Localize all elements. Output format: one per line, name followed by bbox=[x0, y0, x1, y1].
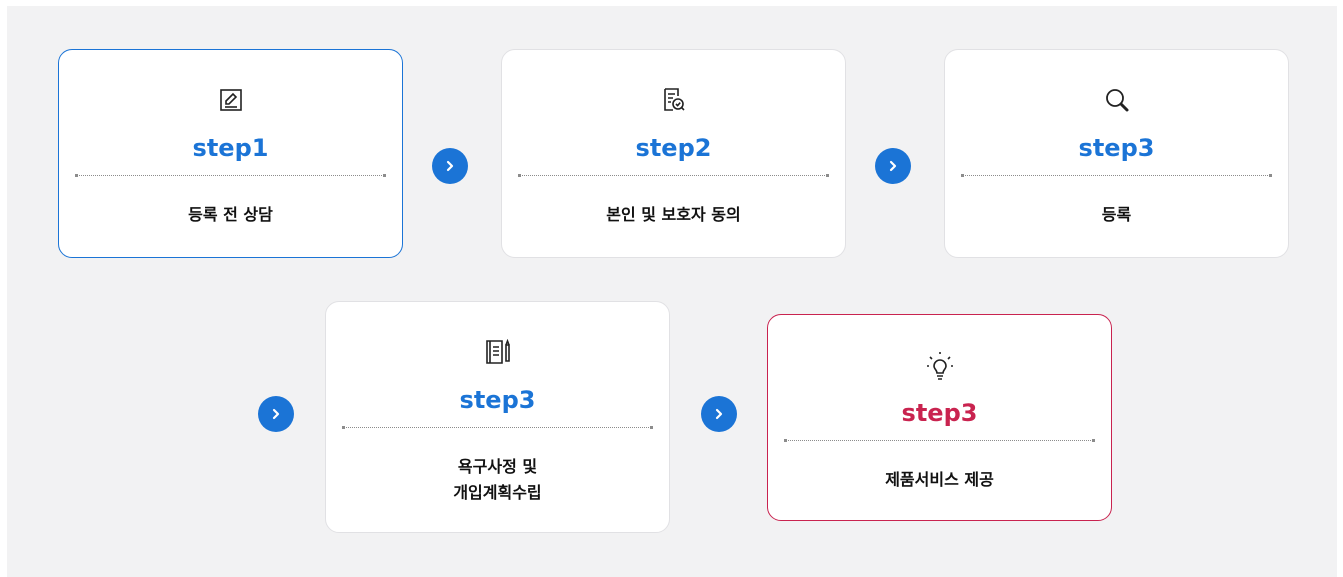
chevron-right-icon bbox=[701, 396, 737, 432]
step-label: step1 bbox=[192, 134, 269, 162]
chevron-right-icon bbox=[258, 396, 294, 432]
edit-icon bbox=[211, 80, 251, 120]
process-panel: step1 등록 전 상담 step2 본인 및 보호자 동의 step3 등록… bbox=[7, 6, 1337, 577]
step-description: 등록 전 상담 bbox=[188, 205, 273, 224]
step-label: step3 bbox=[459, 386, 536, 414]
lightbulb-icon bbox=[920, 345, 960, 385]
divider bbox=[518, 174, 829, 177]
step-card-1: step1 등록 전 상담 bbox=[58, 49, 403, 258]
document-check-icon bbox=[654, 80, 694, 120]
step-description: 등록 bbox=[1101, 205, 1132, 224]
step-card-5: step3 제품서비스 제공 bbox=[767, 314, 1112, 521]
divider bbox=[342, 426, 653, 429]
divider bbox=[784, 439, 1095, 442]
step-card-2: step2 본인 및 보호자 동의 bbox=[501, 49, 846, 258]
step-description-line: 개입계획수립 bbox=[453, 483, 542, 502]
step-card-3: step3 등록 bbox=[944, 49, 1289, 258]
step-description-line: 욕구사정 및 bbox=[457, 457, 538, 476]
search-icon bbox=[1097, 80, 1137, 120]
chevron-right-icon bbox=[432, 148, 468, 184]
divider bbox=[75, 174, 386, 177]
step-description: 본인 및 보호자 동의 bbox=[606, 205, 741, 224]
step-label: step2 bbox=[635, 134, 712, 162]
step-description: 제품서비스 제공 bbox=[885, 470, 994, 489]
step-label: step3 bbox=[1078, 134, 1155, 162]
step-label: step3 bbox=[901, 399, 978, 427]
step-description: 욕구사정 및 개입계획수립 bbox=[326, 454, 669, 506]
chevron-right-icon bbox=[875, 148, 911, 184]
divider bbox=[961, 174, 1272, 177]
step-card-4: step3 욕구사정 및 개입계획수립 bbox=[325, 301, 670, 533]
document-pen-icon bbox=[478, 332, 518, 372]
